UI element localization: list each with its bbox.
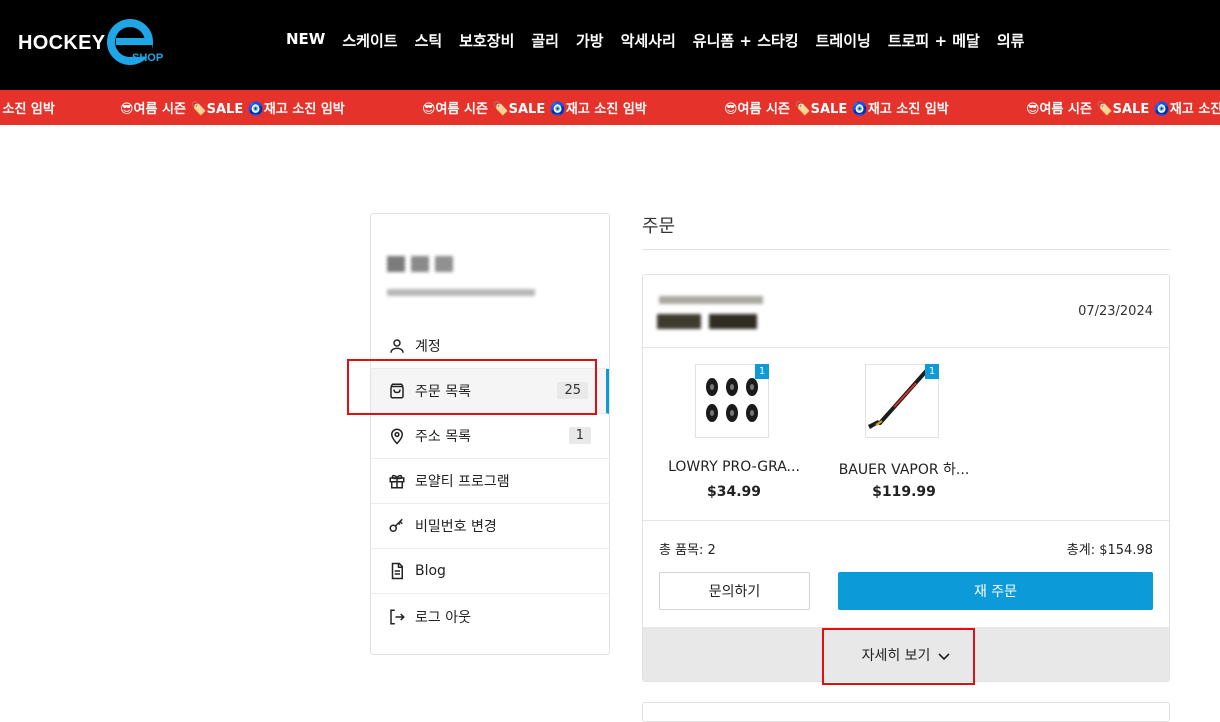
logo-text: HOCKEY (18, 32, 106, 54)
nav-item-apparel[interactable]: 의류 (997, 30, 1025, 51)
logo-shop-text: SHOP (132, 52, 164, 64)
order-card: 07/23/2024 1 LOWRY PRO-GRA... $34.99 1 B… (642, 274, 1170, 682)
view-details-highlight (822, 628, 975, 685)
order-date: 07/23/2024 (1078, 304, 1153, 319)
order-card-header: 07/23/2024 (643, 275, 1169, 348)
inquiry-button[interactable]: 문의하기 (659, 572, 810, 610)
nav-item-uniforms[interactable]: 유니폼 + 스타킹 (693, 30, 799, 51)
profile-name-redacted (387, 256, 453, 272)
menu-item-label: 로그 아웃 (415, 609, 471, 626)
main-nav: NEW 스케이트 스틱 보호장비 골리 가방 악세사리 유니폼 + 스타킹 트레… (286, 30, 1041, 51)
user-icon (387, 336, 407, 356)
product-thumbnail[interactable]: 1 (865, 364, 939, 438)
product-name[interactable]: LOWRY PRO-GRA... (659, 459, 809, 475)
order-number-redacted (659, 296, 763, 304)
product-price: $119.99 (872, 484, 936, 500)
total-amount: 총계: $154.98 (1066, 543, 1153, 558)
menu-item-logout[interactable]: 로그 아웃 (371, 594, 609, 639)
profile-email-redacted (387, 289, 535, 296)
page-title: 주문 (642, 216, 676, 237)
ticker-segment: 😎여름 시즌 🏷️SALE 🧿재고 소진 임박 (120, 102, 345, 117)
menu-item-addresses[interactable]: 주소 목록 1 (371, 414, 609, 459)
site-logo[interactable]: HOCKEY SHOP (18, 18, 168, 68)
site-header: HOCKEY SHOP NEW 스케이트 스틱 보호장비 골리 가방 악세사리 … (0, 0, 1220, 90)
nav-item-new[interactable]: NEW (286, 30, 325, 51)
orders-menu-highlight (347, 359, 597, 415)
product-name[interactable]: BAUER VAPOR 하... (829, 459, 979, 479)
ticker-segment: 😎여름 시즌 🏷️SALE 🧿재고 소진 임박 (422, 102, 647, 117)
menu-item-label: 로얄티 프로그램 (415, 474, 510, 490)
nav-item-accessories[interactable]: 악세사리 (621, 30, 676, 51)
promo-ticker: 고 소진 임박 😎여름 시즌 🏷️SALE 🧿재고 소진 임박 😎여름 시즌 🏷… (0, 90, 1220, 125)
nav-item-bags[interactable]: 가방 (576, 30, 604, 51)
total-items: 총 품목: 2 (659, 543, 716, 558)
nav-item-protective[interactable]: 보호장비 (459, 30, 514, 51)
menu-item-change-password[interactable]: 비밀번호 변경 (371, 504, 609, 549)
menu-item-label: Blog (415, 563, 446, 579)
order-status-redacted (657, 314, 757, 329)
menu-item-label: 주소 목록 (415, 429, 471, 445)
map-pin-icon (387, 426, 407, 446)
nav-item-sticks[interactable]: 스틱 (415, 30, 443, 51)
menu-item-loyalty[interactable]: 로얄티 프로그램 (371, 459, 609, 504)
gift-icon (387, 471, 407, 491)
ticker-segment: 😎여름 시즌 🏷️SALE 🧿재고 소진 임박 (1026, 102, 1220, 117)
key-icon (387, 516, 407, 536)
logout-icon (387, 607, 407, 627)
nav-item-skates[interactable]: 스케이트 (342, 30, 397, 51)
ticker-segment: 고 소진 임박 (0, 102, 55, 117)
nav-item-training[interactable]: 트레이닝 (816, 30, 871, 51)
menu-item-label: 계정 (415, 339, 441, 355)
next-order-card (642, 702, 1170, 722)
product-price: $34.99 (706, 484, 762, 500)
account-sidebar: 계정 주문 목록 25 주소 목록 1 로얄티 프로그램 비밀번호 변경 Blo… (370, 213, 610, 655)
reorder-button[interactable]: 재 주문 (838, 572, 1153, 610)
quantity-badge: 1 (755, 364, 769, 379)
divider (643, 520, 1169, 521)
addresses-count-badge: 1 (568, 427, 591, 444)
quantity-badge: 1 (925, 364, 939, 379)
nav-item-trophies[interactable]: 트로피 + 메달 (888, 30, 980, 51)
nav-item-goalie[interactable]: 골리 (531, 30, 559, 51)
document-icon (387, 561, 407, 581)
ticker-segment: 😎여름 시즌 🏷️SALE 🧿재고 소진 임박 (724, 102, 949, 117)
title-divider (642, 249, 1170, 250)
product-thumbnail[interactable]: 1 (695, 364, 769, 438)
menu-item-blog[interactable]: Blog (371, 549, 609, 594)
menu-item-label: 비밀번호 변경 (415, 519, 497, 535)
